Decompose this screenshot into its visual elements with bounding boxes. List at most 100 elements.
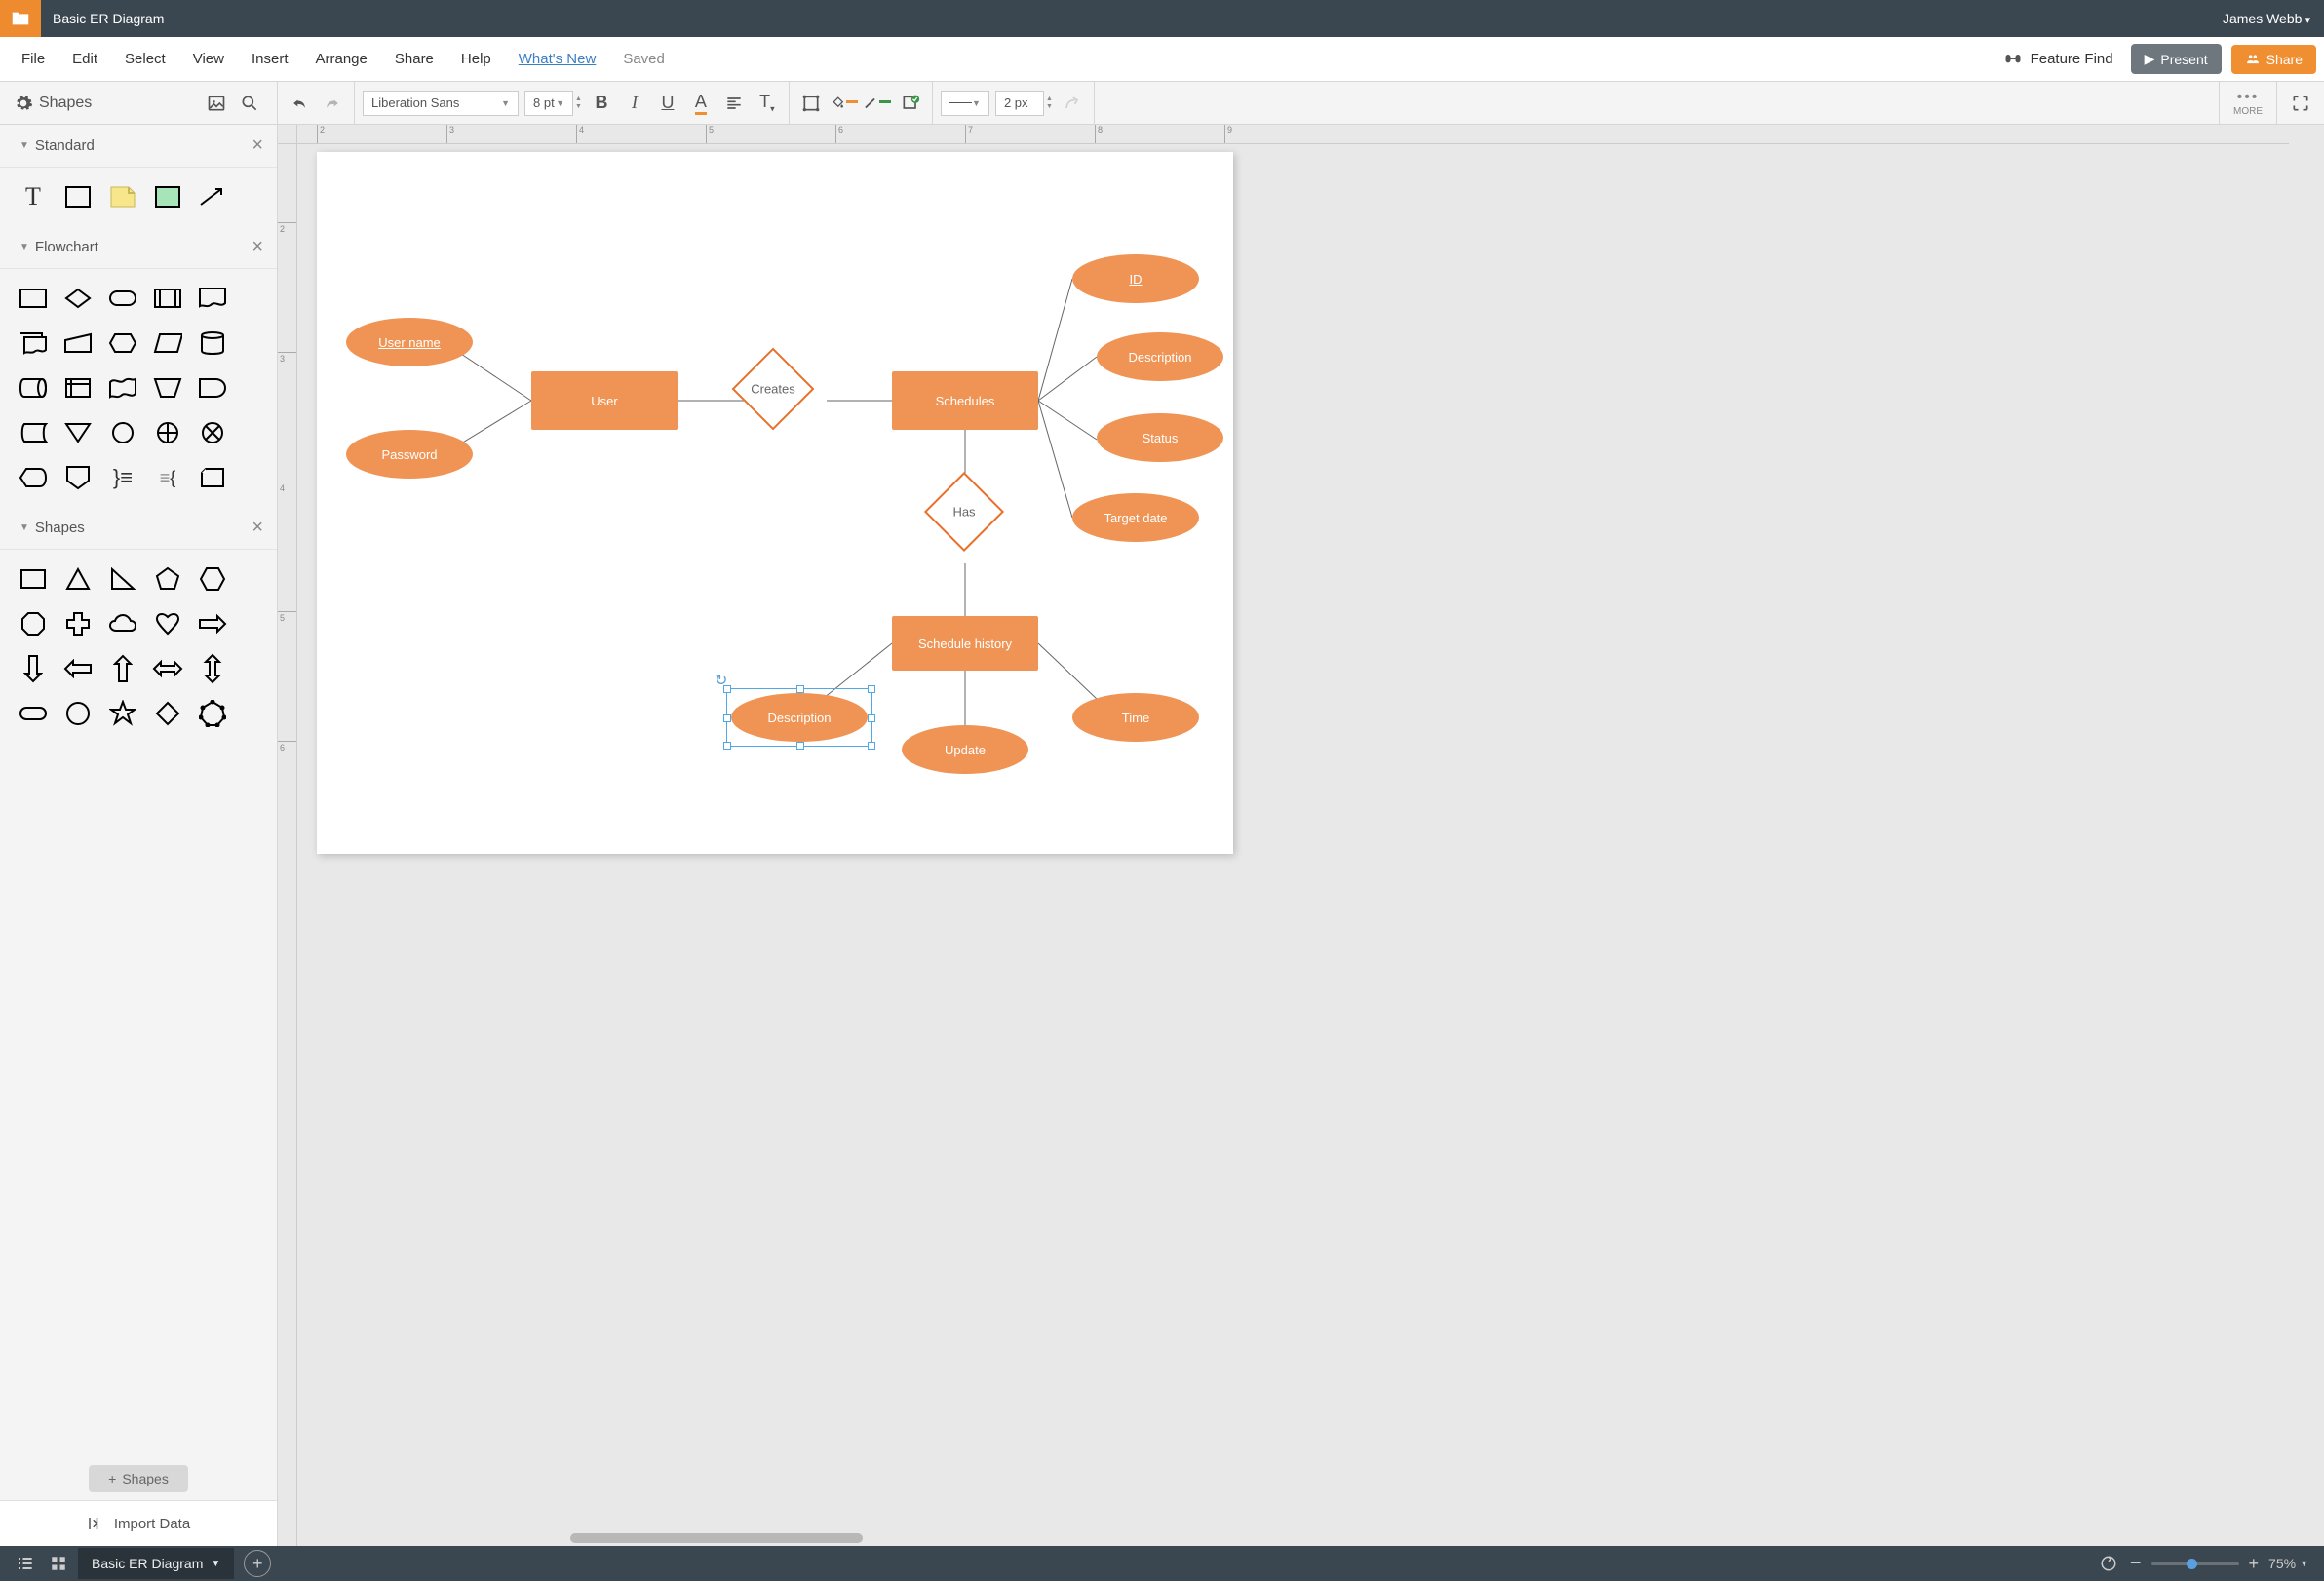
italic-icon[interactable]: I [621, 90, 648, 117]
selection-handle[interactable] [868, 685, 875, 693]
gear-icon[interactable] [14, 94, 33, 113]
font-size-spinner[interactable]: ▲▼ [575, 96, 582, 111]
sh-leftrightarrow[interactable] [150, 651, 185, 686]
fc-merge[interactable] [60, 415, 96, 450]
sh-octagon[interactable] [16, 606, 51, 641]
menu-whats-new[interactable]: What's New [505, 43, 610, 75]
fc-data[interactable] [150, 326, 185, 361]
fc-card[interactable] [195, 460, 230, 495]
align-icon[interactable] [720, 90, 748, 117]
rotate-handle[interactable]: ↻ [715, 671, 727, 690]
line-width-spinner[interactable]: ▲▼ [1046, 96, 1053, 111]
more-shapes-button[interactable]: + Shapes [89, 1465, 188, 1492]
menu-share[interactable]: Share [381, 43, 447, 75]
attr-password[interactable]: Password [346, 430, 473, 479]
fc-multidoc[interactable] [16, 326, 51, 361]
canvas-viewport[interactable]: User name Password User Creates Schedule… [297, 144, 2289, 1546]
zoom-in-button[interactable]: + [2249, 1554, 2260, 1574]
entity-schedules[interactable]: Schedules [892, 371, 1038, 430]
close-icon[interactable]: × [252, 517, 263, 539]
sh-pentagon[interactable] [150, 561, 185, 597]
fc-internalstorage[interactable] [60, 370, 96, 405]
arrow-shape[interactable] [195, 179, 230, 214]
fc-delay[interactable] [195, 370, 230, 405]
line-style-select[interactable]: ▼ [941, 91, 989, 116]
font-select[interactable]: Liberation Sans ▼ [363, 91, 519, 116]
fc-offpage[interactable] [60, 460, 96, 495]
sync-status-icon[interactable] [2097, 1552, 2120, 1575]
sh-cloud[interactable] [105, 606, 140, 641]
line-width-select[interactable]: 2 px [995, 91, 1044, 116]
fc-decision[interactable] [60, 281, 96, 316]
palette-group-flowchart[interactable]: ▼ Flowchart × [0, 226, 277, 269]
selection-handle[interactable] [723, 714, 731, 722]
attr-description[interactable]: Description [1097, 332, 1223, 381]
attr-target-date[interactable]: Target date [1072, 493, 1199, 542]
fc-document[interactable] [195, 281, 230, 316]
attr-id[interactable]: ID [1072, 254, 1199, 303]
import-data-button[interactable]: Import Data [0, 1500, 277, 1546]
fc-connector[interactable] [105, 415, 140, 450]
close-icon[interactable]: × [252, 236, 263, 258]
menu-view[interactable]: View [179, 43, 238, 75]
fc-brace-right[interactable]: }≡ [105, 460, 140, 495]
fc-directdata[interactable] [16, 370, 51, 405]
close-icon[interactable]: × [252, 135, 263, 157]
image-icon[interactable] [203, 90, 230, 117]
sh-cross[interactable] [60, 606, 96, 641]
selection-handle[interactable] [868, 742, 875, 750]
fc-or[interactable] [150, 415, 185, 450]
menu-file[interactable]: File [8, 43, 58, 75]
note-shape[interactable] [105, 179, 140, 214]
selection-handle[interactable] [868, 714, 875, 722]
zoom-slider[interactable] [2151, 1562, 2239, 1565]
sh-uparrow[interactable] [105, 651, 140, 686]
text-color-icon[interactable]: A [687, 90, 715, 117]
horizontal-scrollbar[interactable] [570, 1533, 863, 1543]
rel-has[interactable]: Has [936, 483, 992, 540]
menu-help[interactable]: Help [447, 43, 505, 75]
connector-icon[interactable] [1059, 90, 1086, 117]
palette-group-shapes[interactable]: ▼ Shapes × [0, 507, 277, 550]
underline-icon[interactable]: U [654, 90, 681, 117]
line-color-icon[interactable] [864, 90, 891, 117]
present-button[interactable]: ▶ Present [2131, 44, 2222, 74]
fc-summing[interactable] [195, 415, 230, 450]
attr-username[interactable]: User name [346, 318, 473, 366]
zoom-level[interactable]: 75% ▼ [2268, 1556, 2308, 1571]
sh-diamond[interactable] [150, 696, 185, 731]
selection-handle[interactable] [796, 742, 804, 750]
attr-status[interactable]: Status [1097, 413, 1223, 462]
sh-leftarrow[interactable] [60, 651, 96, 686]
menu-arrange[interactable]: Arrange [302, 43, 381, 75]
grid-view-icon[interactable] [47, 1552, 70, 1575]
bold-icon[interactable]: B [588, 90, 615, 117]
zoom-out-button[interactable]: − [2130, 1553, 2142, 1575]
fc-database[interactable] [195, 326, 230, 361]
more-menu[interactable]: ••• MORE [2219, 82, 2276, 124]
sh-pill[interactable] [16, 696, 51, 731]
redo-icon[interactable] [319, 90, 346, 117]
rel-creates[interactable]: Creates [744, 360, 802, 418]
fc-process[interactable] [16, 281, 51, 316]
page-tab[interactable]: Basic ER Diagram ▼ [78, 1548, 234, 1579]
block-shape[interactable] [150, 179, 185, 214]
fc-manualinput[interactable] [60, 326, 96, 361]
menu-select[interactable]: Select [111, 43, 179, 75]
sh-rect[interactable] [16, 561, 51, 597]
shape-options-icon[interactable] [797, 90, 825, 117]
sh-righttriangle[interactable] [105, 561, 140, 597]
selection-handle[interactable] [723, 742, 731, 750]
sh-polygon[interactable] [195, 696, 230, 731]
fill-icon[interactable] [831, 90, 858, 117]
undo-icon[interactable] [286, 90, 313, 117]
selection-handle[interactable] [796, 685, 804, 693]
sh-heart[interactable] [150, 606, 185, 641]
add-page-button[interactable]: + [244, 1550, 271, 1577]
fc-manualop[interactable] [150, 370, 185, 405]
fc-papertape[interactable] [105, 370, 140, 405]
text-shape[interactable]: T [16, 179, 51, 214]
shape-checkmark-icon[interactable] [897, 90, 924, 117]
sh-rightarrow[interactable] [195, 606, 230, 641]
search-icon[interactable] [236, 90, 263, 117]
